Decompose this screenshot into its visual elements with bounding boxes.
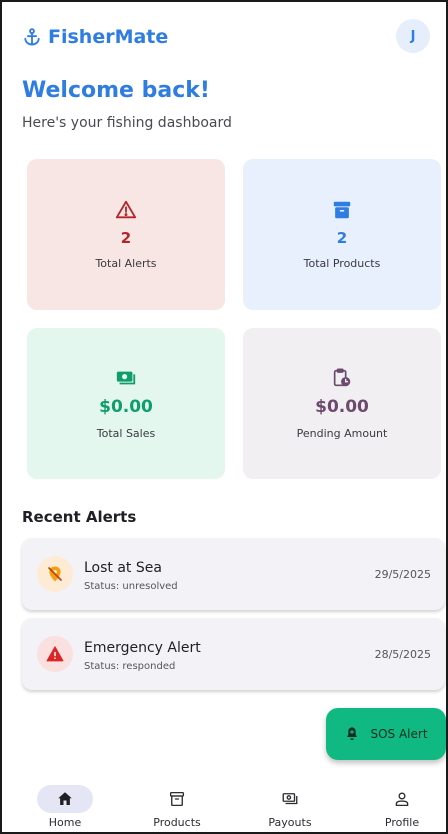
clipboard-clock-icon [333,368,351,387]
nav-payouts[interactable]: Payouts [245,788,335,829]
stat-card-total-alerts[interactable]: 2 Total Alerts [27,159,225,310]
app-bar: FisherMate J [22,19,432,53]
app-frame: FisherMate J Welcome back! Here's your f… [0,0,448,834]
stat-label: Total Alerts [95,257,157,270]
alert-badge [37,636,73,672]
dashboard-subtitle: Here's your fishing dashboard [22,115,232,131]
nav-profile[interactable]: Profile [357,785,446,829]
sos-alert-button[interactable]: SOS Alert [326,708,446,760]
alert-list-item[interactable]: Emergency Alert Status: responded 28/5/2… [22,618,445,690]
app-title: FisherMate [48,26,169,48]
stat-value: $0.00 [99,397,153,417]
alert-list-item[interactable]: Lost at Sea Status: unresolved 29/5/2025 [22,538,445,610]
nav-icon-holder [149,785,205,813]
welcome-heading: Welcome back! [22,78,210,103]
home-icon [58,792,72,805]
nav-label: Profile [384,816,420,829]
nav-icon-holder [262,785,318,813]
alert-title: Lost at Sea [84,560,162,576]
archive-icon [169,791,185,807]
nav-label: Home [48,816,82,829]
stat-label: Pending Amount [296,427,388,440]
warning-filled-icon [46,646,64,662]
brand[interactable]: FisherMate [22,26,168,48]
nav-active-indicator [37,785,93,813]
alert-badge [37,556,73,592]
stat-value: $0.00 [315,397,369,417]
anchor-icon [24,28,40,46]
stat-label: Total Products [303,257,381,270]
recent-alerts-heading: Recent Alerts [22,508,137,526]
stat-card-total-sales[interactable]: $0.00 Total Sales [27,328,225,479]
alert-date: 28/5/2025 [374,648,431,661]
alert-status: Status: responded [84,661,176,672]
nav-home[interactable]: Home [20,785,110,829]
location-off-icon [48,566,62,582]
alert-title: Emergency Alert [84,640,201,656]
stat-label: Total Sales [96,427,156,440]
person-icon [395,792,409,807]
alert-status: Status: unresolved [84,581,178,592]
stat-value: 2 [120,229,132,247]
nav-products[interactable]: Products [132,788,222,829]
nav-icon-holder [374,785,430,813]
nav-label: Products [153,816,201,829]
stat-card-total-products[interactable]: 2 Total Products [243,159,441,310]
alert-date: 29/5/2025 [374,568,431,581]
sos-label: SOS Alert [370,727,428,741]
cash-icon [116,371,136,385]
stat-card-pending-amount[interactable]: $0.00 Pending Amount [243,328,441,479]
cash-icon [282,793,298,805]
nav-label: Payouts [268,816,312,829]
bell-alert-icon [347,727,358,740]
warning-triangle-icon [115,200,137,219]
stat-value: 2 [336,229,348,247]
avatar[interactable]: J [396,19,430,53]
archive-box-icon [333,201,351,219]
